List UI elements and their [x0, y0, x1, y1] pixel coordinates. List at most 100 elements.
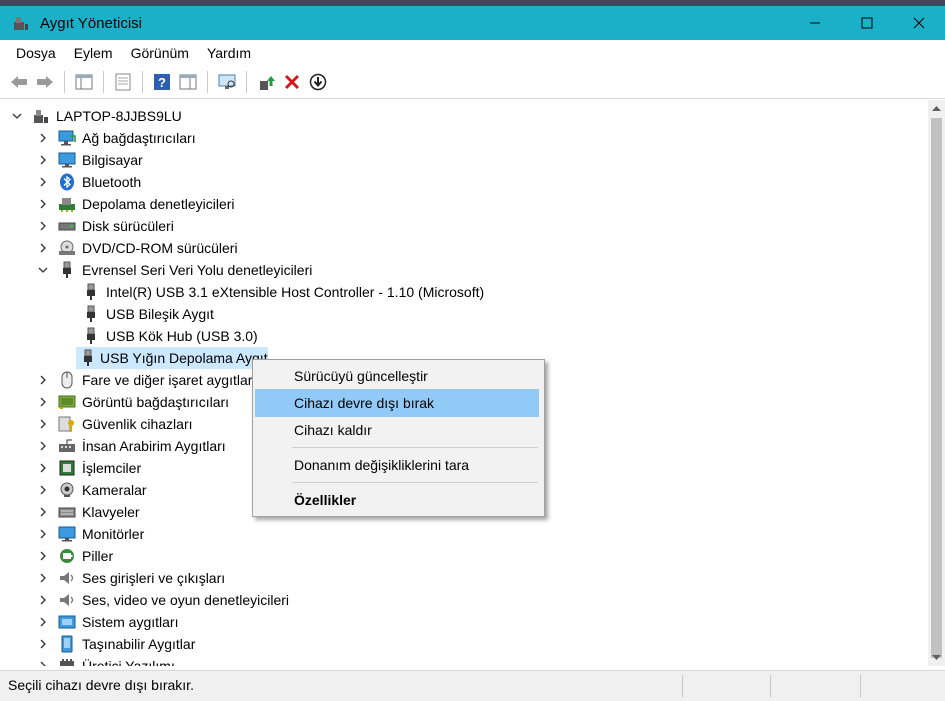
- forward-icon[interactable]: [34, 71, 56, 93]
- tree-category[interactable]: İnsan Arabirim Aygıtları: [36, 435, 226, 457]
- tree-device[interactable]: USB Kök Hub (USB 3.0): [82, 325, 258, 347]
- category-label: Üretici Yazılımı: [82, 658, 175, 666]
- category-label: İşlemciler: [82, 460, 142, 476]
- menu-separator: [292, 447, 538, 448]
- tree-category[interactable]: Üretici Yazılımı: [36, 655, 175, 666]
- chevron-right-icon[interactable]: [36, 505, 50, 519]
- tree-category[interactable]: Klavyeler: [36, 501, 140, 523]
- uninstall-device-icon[interactable]: [281, 71, 303, 93]
- vertical-scrollbar[interactable]: [928, 100, 945, 666]
- security-device-icon: [58, 415, 76, 433]
- category-label: Fare ve diğer işaret aygıtları: [82, 372, 257, 388]
- tree-device[interactable]: Intel(R) USB 3.1 eXtensible Host Control…: [82, 281, 484, 303]
- chevron-right-icon[interactable]: [36, 461, 50, 475]
- properties-icon[interactable]: [112, 71, 134, 93]
- menu-yardim[interactable]: Yardım: [198, 45, 260, 61]
- tree-category[interactable]: Monitörler: [36, 523, 144, 545]
- category-label: Bluetooth: [82, 174, 142, 190]
- chevron-right-icon[interactable]: [36, 395, 50, 409]
- scroll-down-icon[interactable]: [928, 650, 945, 666]
- scan-hardware-icon[interactable]: [216, 71, 238, 93]
- action-pane-icon[interactable]: [177, 71, 199, 93]
- chevron-down-icon[interactable]: [36, 263, 50, 277]
- scroll-thumb[interactable]: [931, 118, 942, 658]
- menu-dosya[interactable]: Dosya: [7, 45, 65, 61]
- toolbar-separator: [103, 71, 104, 93]
- chevron-right-icon[interactable]: [36, 373, 50, 387]
- tree-category[interactable]: Ağ bağdaştırıcıları: [36, 127, 196, 149]
- category-label: Depolama denetleyicileri: [82, 196, 235, 212]
- minimize-button[interactable]: [789, 6, 841, 40]
- category-label: Disk sürücüleri: [82, 218, 174, 234]
- chevron-right-icon[interactable]: [36, 197, 50, 211]
- tree-root[interactable]: LAPTOP-8JJBS9LU: [10, 105, 182, 127]
- menu-update-driver[interactable]: Sürücüyü güncelleştir: [255, 362, 539, 390]
- chevron-down-icon[interactable]: [10, 109, 24, 123]
- tree-device[interactable]: USB Bileşik Aygıt: [82, 303, 214, 325]
- chevron-right-icon[interactable]: [36, 483, 50, 497]
- status-text: Seçili cihazı devre dışı bırakır.: [8, 677, 194, 693]
- menu-uninstall-device[interactable]: Cihazı kaldır: [255, 416, 539, 444]
- chevron-right-icon[interactable]: [36, 593, 50, 607]
- tree-category[interactable]: Kameralar: [36, 479, 147, 501]
- storage-controller-icon: [58, 195, 76, 213]
- device-label: USB Yığın Depolama Aygıtı: [100, 350, 268, 366]
- close-button[interactable]: [893, 6, 945, 40]
- tree-category[interactable]: Ses girişleri ve çıkışları: [36, 567, 225, 589]
- computer-icon: [58, 151, 76, 169]
- status-separator: [682, 675, 683, 697]
- show-hide-console-tree-icon[interactable]: [73, 71, 95, 93]
- device-label: USB Kök Hub (USB 3.0): [106, 328, 258, 344]
- tree-device-selected[interactable]: USB Yığın Depolama Aygıtı: [76, 347, 268, 369]
- disable-device-icon[interactable]: [307, 71, 329, 93]
- hid-icon: [58, 437, 76, 455]
- chevron-right-icon[interactable]: [36, 637, 50, 651]
- chevron-right-icon[interactable]: [36, 659, 50, 666]
- chevron-right-icon[interactable]: [36, 153, 50, 167]
- help-icon[interactable]: ?: [151, 71, 173, 93]
- menu-eylem[interactable]: Eylem: [65, 45, 122, 61]
- battery-icon: [58, 547, 76, 565]
- chevron-right-icon[interactable]: [36, 549, 50, 563]
- back-icon[interactable]: [8, 71, 30, 93]
- tree-category[interactable]: Bluetooth: [36, 171, 141, 193]
- chevron-right-icon[interactable]: [36, 219, 50, 233]
- tree-category[interactable]: Bilgisayar: [36, 149, 143, 171]
- scroll-up-icon[interactable]: [928, 100, 945, 116]
- tree-category[interactable]: Ses, video ve oyun denetleyicileri: [36, 589, 289, 611]
- svg-text:?: ?: [158, 75, 166, 90]
- usb-device-icon: [82, 305, 100, 323]
- chevron-right-icon[interactable]: [36, 527, 50, 541]
- chevron-right-icon[interactable]: [36, 131, 50, 145]
- chevron-right-icon[interactable]: [36, 241, 50, 255]
- update-driver-icon[interactable]: [255, 71, 277, 93]
- minimize-icon: [810, 22, 820, 24]
- tree-category[interactable]: Disk sürücüleri: [36, 215, 174, 237]
- tree-category[interactable]: DVD/CD-ROM sürücüleri: [36, 237, 238, 259]
- chevron-right-icon[interactable]: [36, 439, 50, 453]
- status-separator: [860, 675, 861, 697]
- tree-category[interactable]: Piller: [36, 545, 113, 567]
- tree-category[interactable]: Görüntü bağdaştırıcıları: [36, 391, 229, 413]
- menu-scan-hardware[interactable]: Donanım değişikliklerini tara: [255, 451, 539, 479]
- tree-category-usb[interactable]: Evrensel Seri Veri Yolu denetleyicileri: [36, 259, 312, 281]
- maximize-icon: [861, 17, 873, 29]
- chevron-right-icon[interactable]: [36, 615, 50, 629]
- category-label: Bilgisayar: [82, 152, 143, 168]
- maximize-button[interactable]: [841, 6, 893, 40]
- chevron-right-icon[interactable]: [36, 417, 50, 431]
- tree-category[interactable]: İşlemciler: [36, 457, 141, 479]
- tree-category[interactable]: Depolama denetleyicileri: [36, 193, 235, 215]
- menu-gorunum[interactable]: Görünüm: [122, 45, 198, 61]
- tree-category[interactable]: Taşınabilir Aygıtlar: [36, 633, 195, 655]
- menu-item-label: Cihazı devre dışı bırak: [294, 395, 435, 411]
- monitor-icon: [58, 525, 76, 543]
- tree-category[interactable]: Fare ve diğer işaret aygıtları: [36, 369, 256, 391]
- menu-properties[interactable]: Özellikler: [255, 486, 539, 514]
- menu-disable-device[interactable]: Cihazı devre dışı bırak: [255, 389, 539, 417]
- chevron-right-icon[interactable]: [36, 571, 50, 585]
- category-label: Sistem aygıtları: [82, 614, 179, 630]
- tree-category[interactable]: Sistem aygıtları: [36, 611, 178, 633]
- tree-category[interactable]: Güvenlik cihazları: [36, 413, 193, 435]
- chevron-right-icon[interactable]: [36, 175, 50, 189]
